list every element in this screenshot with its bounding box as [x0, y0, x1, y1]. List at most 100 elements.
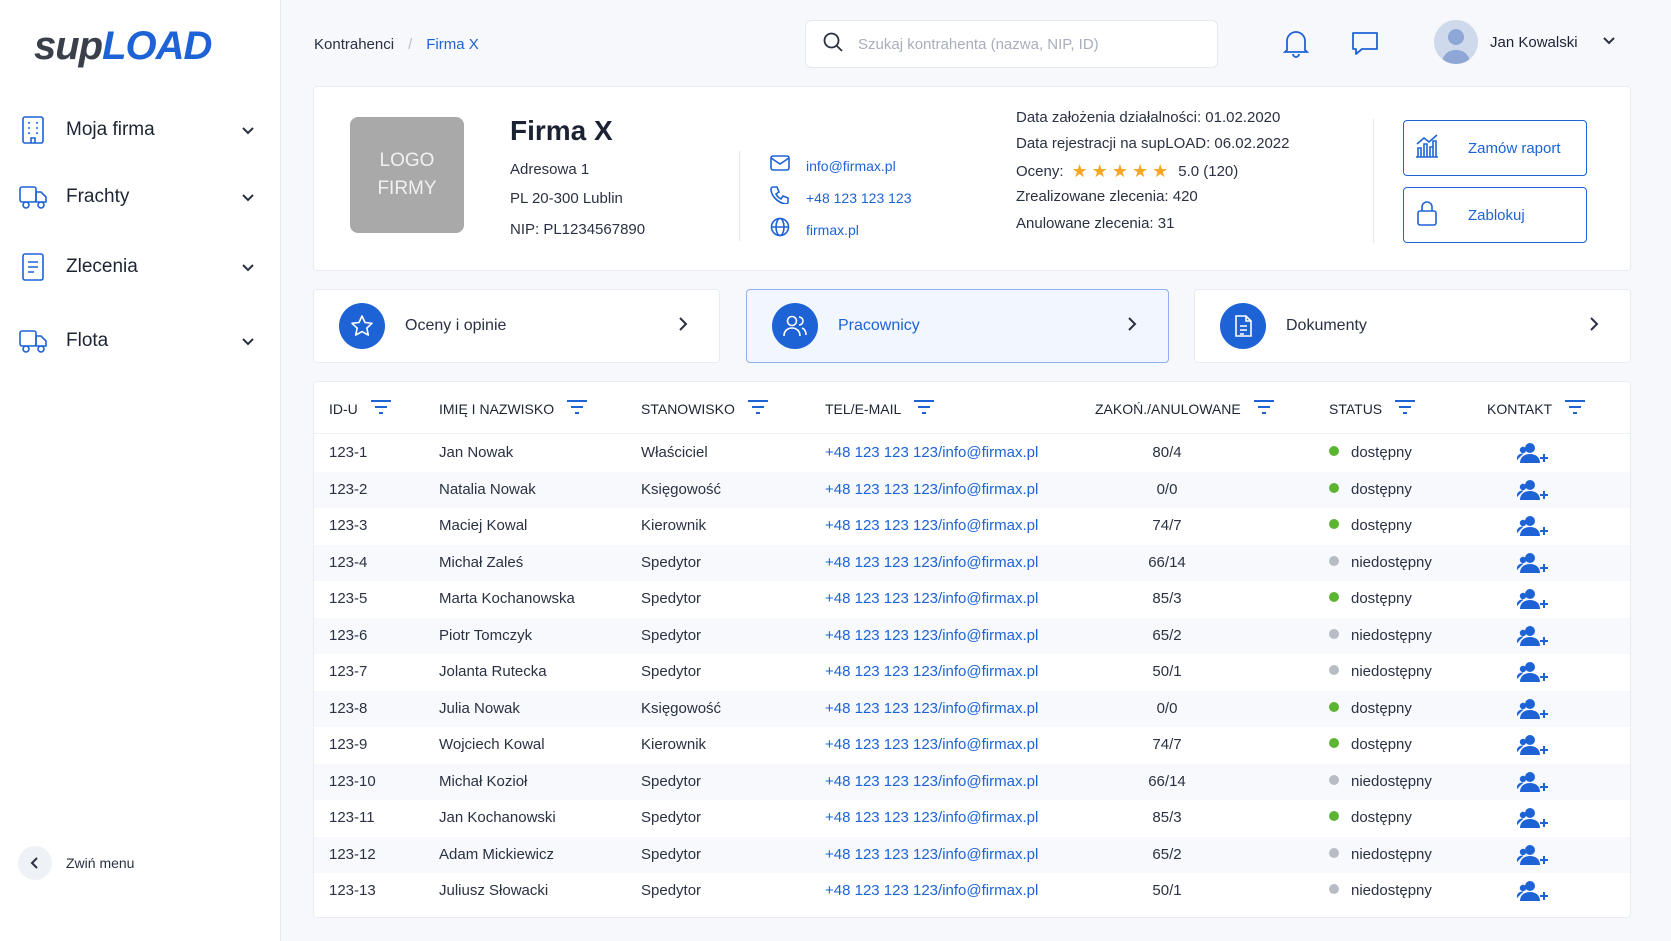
company-rating: Oceny: ★ ★ ★ ★ ★ 5.0 (120) — [1016, 161, 1238, 182]
company-email-link[interactable]: info@firmax.pl — [770, 155, 896, 176]
sidebar-item-moja-firma[interactable]: Moja firma — [18, 108, 258, 152]
company-website-link[interactable]: firmax.pl — [770, 217, 859, 242]
cell-status: niedostępny — [1329, 627, 1432, 644]
building-icon — [18, 114, 48, 146]
table-row[interactable]: 123-5 Marta Kochanowska Spedytor +48 123 12… — [314, 581, 1630, 617]
cell-contact-link[interactable]: +48 123 123 123/info@firmax.pl — [825, 663, 1038, 680]
filter-icon[interactable] — [1394, 399, 1416, 418]
cell-status: niedostępny — [1329, 663, 1432, 680]
star-icon: ★ — [1091, 161, 1108, 181]
tab-dokumenty[interactable]: Dokumenty — [1194, 289, 1631, 363]
table-row[interactable]: 123-4 Michał Zaleś Spedytor +48 123 123 123… — [314, 544, 1630, 581]
search-input[interactable] — [858, 35, 1198, 53]
company-phone-link[interactable]: +48 123 123 123 — [770, 186, 912, 209]
table-row[interactable]: 123-1 Jan Nowak Właściciel +48 123 123 123/… — [314, 435, 1630, 471]
breadcrumb-kontrahenci[interactable]: Kontrahenci — [314, 36, 394, 53]
cell-status: dostępny — [1329, 700, 1412, 717]
status-dot — [1329, 738, 1339, 748]
cell-contact-link[interactable]: +48 123 123 123/info@firmax.pl — [825, 590, 1038, 607]
filter-icon[interactable] — [747, 399, 769, 418]
cell-completed-cancelled: 50/1 — [1152, 663, 1182, 680]
block-button[interactable]: Zablokuj — [1403, 187, 1587, 243]
filter-icon[interactable] — [913, 399, 935, 418]
cell-contact-link[interactable]: +48 123 123 123/info@firmax.pl — [825, 846, 1038, 863]
sidebar-item-zlecenia[interactable]: Zlecenia — [18, 245, 258, 289]
add-contact-icon[interactable] — [1516, 844, 1551, 871]
rating-stars: ★ ★ ★ ★ ★ — [1072, 161, 1169, 182]
table-row[interactable]: 123-10 Michał Kozioł Spedytor +48 123 123 1… — [314, 763, 1630, 800]
cell-completed-cancelled: 74/7 — [1152, 517, 1182, 534]
cell-completed-cancelled: 0/0 — [1156, 699, 1178, 717]
cell-contact-link[interactable]: +48 123 123 123/info@firmax.pl — [825, 736, 1038, 753]
filter-icon[interactable] — [566, 399, 588, 418]
cell-status: dostępny — [1329, 517, 1412, 534]
cell-contact-link[interactable]: +48 123 123 123/info@firmax.pl — [825, 517, 1038, 534]
filter-icon[interactable] — [370, 399, 392, 418]
cell-contact-link[interactable]: +48 123 123 123/info@firmax.pl — [825, 882, 1038, 899]
star-icon: ★ — [1152, 161, 1169, 181]
cell-status: niedostępny — [1329, 846, 1432, 863]
status-label: niedostępny — [1351, 772, 1432, 790]
table-row[interactable]: 123-6 Piotr Tomczyk Spedytor +48 123 123 12… — [314, 617, 1630, 654]
table-row[interactable]: 123-13 Juliusz Słowacki Spedytor +48 123 12… — [314, 873, 1630, 909]
notifications-bell-icon[interactable] — [1279, 26, 1313, 60]
block-label: Zablokuj — [1468, 206, 1525, 224]
cell-role: Księgowość — [641, 699, 722, 717]
truck-icon — [18, 181, 48, 213]
company-logo-placeholder: LOGO FIRMY — [350, 117, 464, 233]
status-label: niedostępny — [1351, 626, 1432, 644]
add-contact-icon[interactable] — [1516, 588, 1551, 615]
add-contact-icon[interactable] — [1516, 479, 1551, 506]
sidebar-item-flota[interactable]: Flota — [18, 319, 258, 363]
sidebar-item-frachty[interactable]: Frachty — [18, 175, 258, 219]
order-report-button[interactable]: Zamów raport — [1403, 120, 1587, 176]
add-contact-icon[interactable] — [1516, 442, 1551, 469]
app-logo[interactable]: supLOAD — [34, 24, 212, 69]
add-contact-icon[interactable] — [1516, 771, 1551, 798]
table-row[interactable]: 123-2 Natalia Nowak Księgowość +48 123 123 … — [314, 471, 1630, 508]
cell-contact-link[interactable]: +48 123 123 123/info@firmax.pl — [825, 700, 1038, 717]
document-icon — [1220, 303, 1266, 349]
cell-contact-link[interactable]: +48 123 123 123/info@firmax.pl — [825, 481, 1038, 498]
cell-id: 123-12 — [329, 845, 376, 863]
table-row[interactable]: 123-11 Jan Kochanowski Spedytor +48 123 123… — [314, 800, 1630, 836]
table-row[interactable]: 123-9 Wojciech Kowal Kierownik +48 123 123 … — [314, 727, 1630, 763]
column-header-role: STANOWISKO — [641, 399, 769, 418]
cell-status: niedostępny — [1329, 554, 1432, 571]
add-contact-icon[interactable] — [1516, 807, 1551, 834]
collapse-menu-button[interactable]: Zwiń menu — [18, 846, 134, 880]
add-contact-icon[interactable] — [1516, 880, 1551, 907]
table-row[interactable]: 123-7 Jolanta Rutecka Spedytor +48 123 123 … — [314, 654, 1630, 690]
table-row[interactable]: 123-12 Adam Mickiewicz Spedytor +48 123 123… — [314, 836, 1630, 873]
cell-role: Właściciel — [641, 444, 708, 461]
cell-contact-link[interactable]: +48 123 123 123/info@firmax.pl — [825, 554, 1038, 571]
add-contact-icon[interactable] — [1516, 552, 1551, 579]
status-label: dostępny — [1351, 699, 1412, 717]
column-header-kontakt: KONTAKT — [1487, 399, 1586, 418]
cell-contact-link[interactable]: +48 123 123 123/info@firmax.pl — [825, 444, 1038, 461]
cell-role: Kierownik — [641, 517, 707, 534]
cell-contact-link[interactable]: +48 123 123 123/info@firmax.pl — [825, 627, 1038, 644]
tab-pracownicy[interactable]: Pracownicy — [746, 289, 1169, 363]
messages-icon[interactable] — [1348, 26, 1382, 60]
cell-contact-link[interactable]: +48 123 123 123/info@firmax.pl — [825, 773, 1038, 790]
company-email: info@firmax.pl — [806, 157, 896, 174]
add-contact-icon[interactable] — [1516, 698, 1551, 725]
status-label: niedostępny — [1351, 845, 1432, 863]
table-row[interactable]: 123-3 Maciej Kowal Kierownik +48 123 123 12… — [314, 508, 1630, 544]
filter-icon[interactable] — [1253, 399, 1275, 418]
table-row[interactable]: 123-8 Julia Nowak Księgowość +48 123 123 12… — [314, 690, 1630, 727]
column-label: ZAKOŃ./ANULOWANE — [1095, 400, 1241, 417]
add-contact-icon[interactable] — [1516, 661, 1551, 688]
column-label: ID-U — [329, 400, 358, 417]
divider — [739, 151, 740, 241]
cell-name: Adam Mickiewicz — [439, 845, 555, 863]
add-contact-icon[interactable] — [1516, 734, 1551, 761]
cell-name: Marta Kochanowska — [439, 590, 575, 607]
add-contact-icon[interactable] — [1516, 625, 1551, 652]
add-contact-icon[interactable] — [1516, 515, 1551, 542]
filter-icon[interactable] — [1564, 399, 1586, 418]
tab-oceny-i-opinie[interactable]: Oceny i opinie — [313, 289, 720, 363]
cell-contact-link[interactable]: +48 123 123 123/info@firmax.pl — [825, 809, 1038, 826]
user-menu[interactable]: Jan Kowalski — [1434, 20, 1618, 64]
